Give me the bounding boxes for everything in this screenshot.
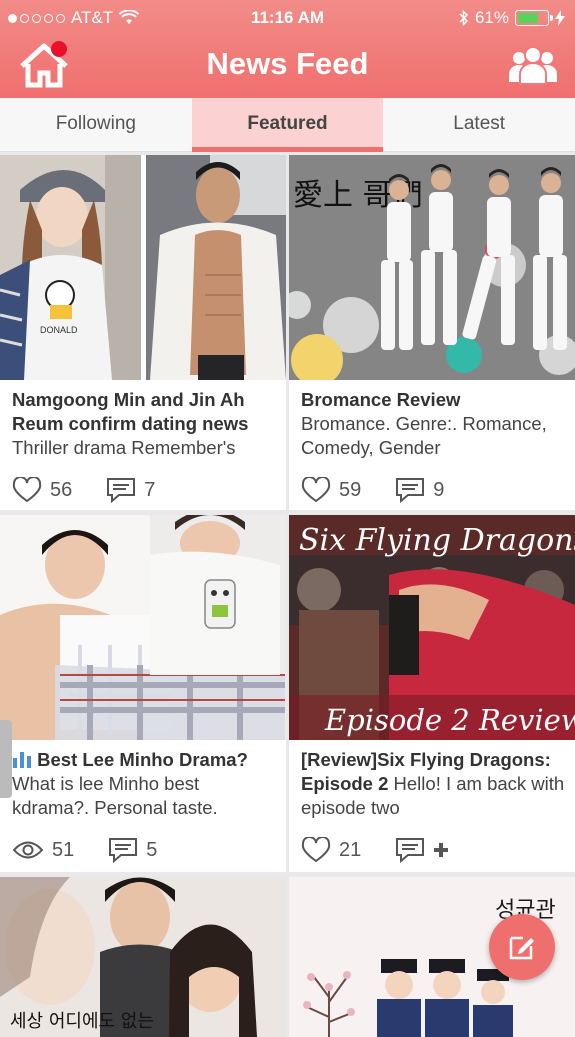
- post-image[interactable]: 愛上 哥們: [289, 155, 575, 380]
- plus-icon: [434, 843, 449, 857]
- users-icon: [509, 46, 557, 85]
- post-title: Namgoong Min and Jin Ah Reum confirm dat…: [12, 388, 278, 460]
- app-header: AT&T 11:16 AM 61% News Feed: [0, 0, 575, 98]
- compose-button[interactable]: [489, 914, 555, 980]
- post-excerpt: Thriller drama Remember's: [12, 437, 236, 458]
- post-excerpt: What is lee Minho best kdrama?. Personal…: [12, 773, 218, 818]
- comment-icon: [107, 478, 136, 503]
- dragons-title-art: Six Flying Dragons: [299, 523, 575, 558]
- post-excerpt: Bromance. Genre:. Romance, Comedy, Gende…: [301, 413, 547, 458]
- post-stats: 56 7: [12, 477, 189, 503]
- poster-caption-art: 세상 어디에도 없는: [10, 1011, 154, 1032]
- bluetooth-icon: [459, 9, 469, 27]
- post-image[interactable]: [0, 515, 286, 740]
- post-image[interactable]: Six Flying Dragons Episode 2 Review: [289, 515, 575, 740]
- members-button[interactable]: [507, 44, 559, 86]
- comment-button[interactable]: 7: [106, 477, 155, 503]
- poll-icon: [13, 752, 31, 768]
- comment-button[interactable]: [395, 837, 449, 863]
- tab-latest[interactable]: Latest: [383, 98, 575, 151]
- post-title: Best Lee Minho Drama? What is lee Minho …: [12, 748, 278, 820]
- post-card[interactable]: 세상 어디에도 없는: [0, 877, 286, 1037]
- comment-count: 7: [144, 478, 156, 501]
- like-count: 59: [339, 478, 362, 501]
- post-card[interactable]: Best Lee Minho Drama? What is lee Minho …: [0, 515, 286, 872]
- page-title: News Feed: [206, 46, 369, 81]
- post-title: [Review]Six Flying Dragons: Episode 2 He…: [301, 749, 565, 818]
- edit-icon: [509, 936, 534, 960]
- view-count: 51: [52, 838, 75, 861]
- comment-count: 9: [433, 478, 445, 501]
- heart-icon: [12, 477, 42, 503]
- dragons-episode-art: Episode 2 Review: [324, 703, 575, 737]
- post-stats: 51 5: [12, 837, 191, 863]
- like-button[interactable]: 21: [301, 837, 361, 863]
- status-bar: AT&T 11:16 AM 61%: [0, 0, 575, 34]
- battery-icon: [515, 10, 553, 26]
- shirt-print: DONALD: [40, 325, 78, 335]
- like-button[interactable]: 59: [301, 477, 361, 503]
- post-card[interactable]: 愛上 哥們 Bromance Review Bromance. Genre:. …: [289, 155, 575, 510]
- side-drawer-handle[interactable]: [0, 720, 12, 798]
- feed-tabs: Following Featured Latest: [0, 98, 575, 152]
- heart-icon: [301, 837, 331, 863]
- post-image[interactable]: 세상 어디에도 없는: [0, 877, 286, 1037]
- comment-icon: [109, 838, 138, 863]
- like-button[interactable]: 56: [12, 477, 72, 503]
- comment-icon: [396, 478, 425, 503]
- comment-button[interactable]: 5: [108, 837, 157, 863]
- comment-count: 5: [146, 838, 158, 861]
- tab-following[interactable]: Following: [0, 98, 192, 151]
- tab-featured[interactable]: Featured: [191, 98, 384, 152]
- like-count: 21: [339, 838, 362, 861]
- post-card[interactable]: DONALD Namgoong Min and Jin Ah Reum conf…: [0, 155, 286, 510]
- battery-percent: 61%: [474, 8, 509, 27]
- post-card[interactable]: Six Flying Dragons Episode 2 Review [Rev…: [289, 515, 575, 872]
- post-image[interactable]: DONALD: [0, 155, 286, 380]
- comment-icon: [396, 838, 425, 863]
- comment-button[interactable]: 9: [395, 477, 444, 503]
- views: 51: [12, 839, 74, 862]
- post-title: Bromance Review Bromance. Genre:. Romanc…: [301, 388, 567, 460]
- charging-icon: [555, 10, 565, 26]
- post-stats: 59 9: [301, 477, 478, 503]
- eye-icon: [12, 841, 44, 859]
- like-count: 56: [50, 478, 73, 501]
- heart-icon: [301, 477, 331, 503]
- post-stats: 21: [301, 837, 483, 863]
